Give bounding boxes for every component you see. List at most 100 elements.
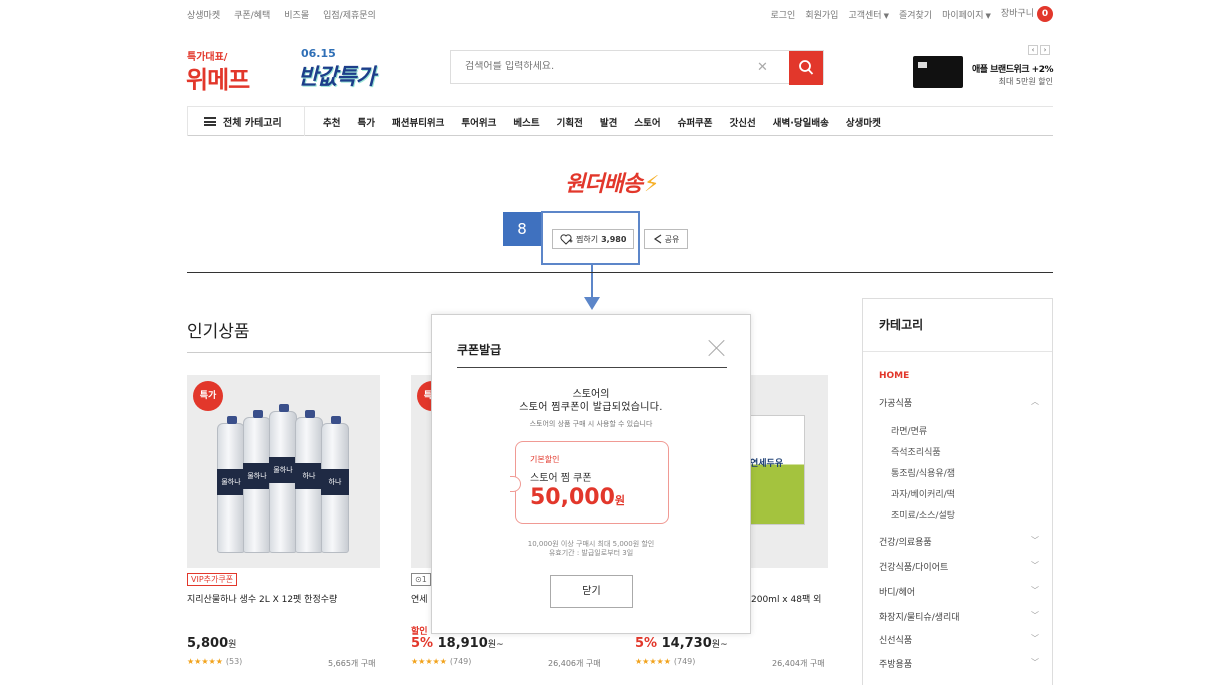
top-utility-bar: 상생마켓 쿠폰/혜택 비즈몰 입점/제휴문의 로그인 회원가입 고객센터 ▼ 즐겨… [187, 0, 1053, 28]
login-link[interactable]: 로그인 [770, 8, 795, 21]
cart-label: 장바구니 [1000, 9, 1034, 19]
bottle-label-graphic: 하나 [295, 463, 323, 489]
search-input[interactable] [465, 61, 745, 72]
review-count: (53) [225, 657, 243, 666]
discount-rate: 5% [411, 636, 434, 651]
category-item[interactable]: 바디/헤어 ﹀ [879, 585, 1039, 598]
sold-count: 26,406개 구매 [548, 659, 601, 668]
soymilk-box-graphic: 연세두유 [747, 415, 805, 525]
banner-next-icon[interactable]: › [1040, 45, 1050, 55]
annotation-arrow-line [591, 265, 593, 299]
category-home-link[interactable]: HOME [879, 371, 909, 381]
signup-link[interactable]: 회원가입 [805, 8, 838, 21]
subcategory-item[interactable]: 라면/면류 [891, 424, 927, 437]
nav-item-fresh[interactable]: 갓신선 [730, 115, 756, 129]
category-title-divider [863, 351, 1052, 352]
bottle-label-graphic: 물하나 [217, 469, 245, 495]
category-item[interactable]: 신선식품 ﹀ [879, 633, 1039, 646]
favorites-link[interactable]: 즐겨찾기 [899, 8, 932, 21]
mypage-menu[interactable]: 마이페이지 ▼ [942, 8, 991, 21]
subcategory-item[interactable]: 조미료/소스/설탕 [891, 508, 955, 521]
wemakeprice-logo[interactable]: 위메프 [186, 60, 250, 95]
search-icon [799, 60, 814, 75]
top-link-sangsaeng[interactable]: 상생마켓 [187, 8, 220, 21]
all-categories-button[interactable]: 전체 카테고리 [187, 107, 305, 136]
coupon-amount-unit: 원 [614, 494, 626, 507]
popular-title-underline [187, 352, 437, 353]
customer-center-menu[interactable]: 고객센터 ▼ [848, 8, 889, 21]
coupon-amount: 50,000원 [530, 485, 625, 510]
store-logo: 원더배송⚡ [565, 166, 659, 198]
price-unit: 원 [711, 640, 721, 650]
subcategory-item[interactable]: 과자/베이커리/떡 [891, 487, 955, 500]
subcategory-item[interactable]: 통조림/식용유/잼 [891, 466, 955, 479]
chevron-down-icon: ﹀ [1031, 561, 1039, 570]
close-button[interactable]: 닫기 [550, 575, 633, 608]
share-icon [653, 234, 661, 244]
category-label: 화장지/물티슈/생리대 [879, 613, 960, 623]
annotation-arrow-head [584, 297, 600, 310]
chevron-down-icon: ﹀ [1031, 611, 1039, 620]
like-store-button[interactable]: 찜하기 3,980 [552, 229, 634, 249]
section-divider [187, 272, 1053, 273]
category-label: 가공식품 [879, 399, 913, 409]
product-image-water[interactable]: 물하나 물하나 물하나 하나 하나 특가 [187, 375, 380, 568]
stars-glyphs: ★★★★★ [635, 657, 671, 666]
subcategory-item[interactable]: 즉석조리식품 [891, 445, 941, 458]
promo-banner[interactable]: ‹ › 애플 브랜드위크 +2% 최대 5만원 할인 [911, 45, 1054, 98]
top-link-partnership[interactable]: 입점/제휴문의 [323, 8, 376, 21]
clear-search-icon[interactable]: ✕ [757, 60, 768, 75]
nav-item-fashion-beauty-week[interactable]: 패션뷰티위크 [392, 115, 444, 129]
product-price: 5% 18,910원~ [411, 636, 504, 651]
nav-item-super-coupon[interactable]: 슈퍼쿠폰 [678, 115, 713, 129]
price-suffix: ~ [720, 640, 728, 650]
top-link-coupon[interactable]: 쿠폰/혜택 [234, 8, 270, 21]
close-icon[interactable] [708, 339, 726, 357]
top-right-links: 로그인 회원가입 고객센터 ▼ 즐겨찾기 마이페이지 ▼ 장바구니 0 [770, 6, 1053, 22]
nav-item-recommend[interactable]: 추천 [323, 115, 340, 129]
nav-item-sangsaeng-market[interactable]: 상생마켓 [846, 115, 881, 129]
bottle-label-graphic: 물하나 [243, 463, 271, 489]
category-item[interactable]: 건강식품/다이어트 ﹀ [879, 560, 1039, 573]
bottle-label-graphic: 물하나 [269, 457, 297, 483]
nav-item-special[interactable]: 특가 [357, 115, 374, 129]
category-processed-food[interactable]: 가공식품 ︿ [879, 396, 1039, 409]
top-link-bizmall[interactable]: 비즈몰 [284, 8, 309, 21]
nav-item-tour-week[interactable]: 투어위크 [461, 115, 496, 129]
nav-item-store[interactable]: 스토어 [634, 115, 660, 129]
product-name[interactable]: 지리산물하나 생수 2L X 12펫 한정수량 [187, 592, 337, 605]
chevron-down-icon: ﹀ [1031, 658, 1039, 667]
product-name[interactable]: 200ml x 48팩 외 [751, 592, 821, 605]
like-label: 찜하기 [576, 234, 599, 244]
nav-item-discover[interactable]: 발견 [600, 115, 617, 129]
price-value: 18,910 [437, 636, 488, 651]
share-button[interactable]: 공유 [644, 229, 688, 249]
category-item[interactable]: 건강/의료용품 ﹀ [879, 535, 1039, 548]
category-item[interactable]: 화장지/물티슈/생리대 ﹀ [879, 610, 1039, 623]
search-bar: ✕ [450, 50, 824, 85]
category-item[interactable]: 주방용품 ﹀ [879, 657, 1039, 670]
nav-item-dawn-delivery[interactable]: 새벽·당일배송 [773, 115, 829, 129]
category-title: 카테고리 [879, 318, 924, 332]
modal-title: 쿠폰발급 [457, 343, 502, 357]
half-price-promo-logo[interactable]: 반값특가 [298, 59, 376, 91]
like-count: 3,980 [601, 234, 627, 244]
banner-arrows: ‹ › [1028, 45, 1050, 55]
product-name[interactable]: 연세 [411, 592, 428, 605]
product-price: 5% 14,730원~ [635, 636, 728, 651]
bottle-label-graphic: 하나 [321, 469, 349, 495]
annotation-step-number: 8 [503, 212, 541, 246]
hamburger-menu-icon [204, 117, 216, 126]
coupon-amount-value: 50,000 [530, 485, 615, 510]
banner-title: 애플 브랜드위크 +2% [971, 65, 1054, 75]
caret-down-icon: ▼ [883, 11, 889, 20]
nav-item-best[interactable]: 베스트 [513, 115, 539, 129]
nav-item-exhibition[interactable]: 기획전 [557, 115, 583, 129]
search-button[interactable] [789, 51, 823, 85]
special-badge: 특가 [193, 381, 223, 411]
coupon-type: 기본할인 [530, 455, 560, 464]
cart-link[interactable]: 장바구니 0 [1001, 6, 1053, 22]
category-label: 바디/헤어 [879, 588, 916, 598]
category-label: 건강/의료용품 [879, 538, 932, 548]
banner-prev-icon[interactable]: ‹ [1028, 45, 1038, 55]
